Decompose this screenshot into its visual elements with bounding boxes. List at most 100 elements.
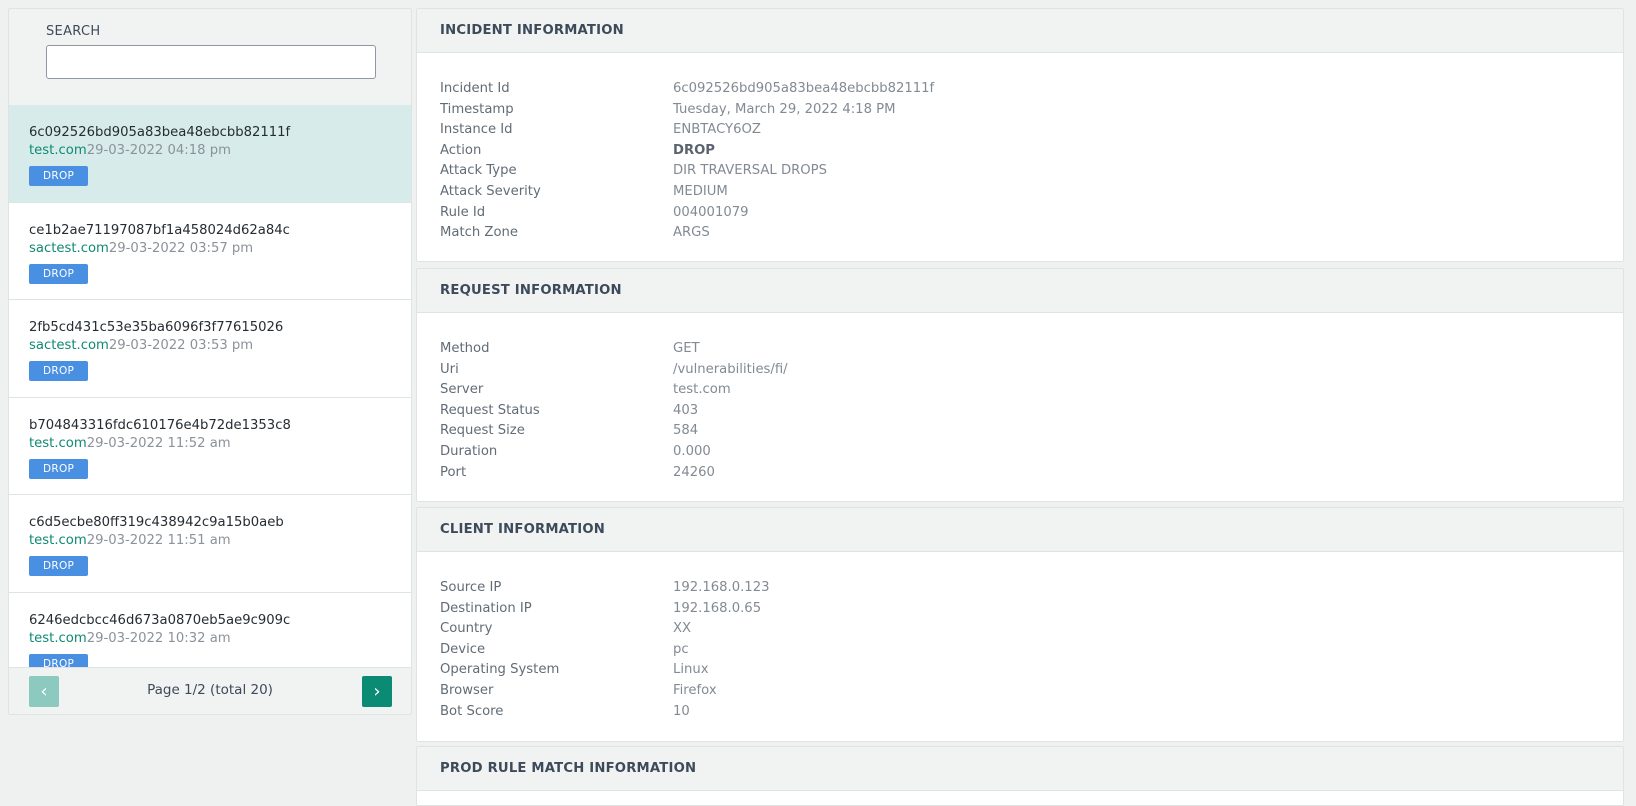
info-row: Port 24260 bbox=[440, 463, 1600, 484]
field-value: 403 bbox=[673, 402, 699, 418]
field-label: Request Status bbox=[440, 402, 540, 418]
info-row: Attack Type DIR TRAVERSAL DROPS bbox=[440, 161, 1600, 182]
action-badge: DROP bbox=[29, 458, 89, 479]
client-information-section: CLIENT INFORMATION Source IP 192.168.0.12… bbox=[416, 507, 1624, 742]
incident-id: 6246edcbcc46d673a0870eb5ae9c909c bbox=[29, 612, 291, 628]
list-item[interactable]: 6c092526bd905a83bea48ebcbb82111f test.co… bbox=[9, 105, 411, 203]
action-badge: DROP bbox=[29, 361, 89, 381]
info-row: Attack Severity MEDIUM bbox=[440, 182, 1600, 203]
field-label: Request Size bbox=[440, 423, 525, 439]
incident-date: 29-03-2022 03:53 pm bbox=[108, 338, 254, 353]
field-label: Duration bbox=[440, 443, 498, 459]
field-label: Server bbox=[440, 382, 484, 398]
incident-domain: test.com bbox=[29, 435, 87, 451]
info-row: Match Zone ARGS bbox=[440, 223, 1600, 244]
incident-date: 29-03-2022 11:52 am bbox=[86, 435, 231, 451]
incident-domain: test.com bbox=[29, 143, 87, 158]
field-label: Attack Type bbox=[440, 163, 517, 179]
field-value: 192.168.0.65 bbox=[673, 600, 762, 616]
info-row: Duration 0.000 bbox=[440, 442, 1600, 463]
field-value: DROP bbox=[673, 142, 715, 158]
incident-id: 2fb5cd431c53e35ba6096f3f77615026 bbox=[29, 320, 284, 335]
incident-list[interactable]: 6c092526bd905a83bea48ebcbb82111f test.co… bbox=[9, 105, 411, 668]
info-row: Incident Id 6c092526bd905a83bea48ebcbb821… bbox=[440, 79, 1600, 100]
field-value: /vulnerabilities/fi/ bbox=[673, 361, 788, 377]
info-row: Uri/vulnerabilities/fi/ bbox=[440, 360, 1600, 381]
section-title: CLIENT INFORMATION bbox=[417, 508, 1623, 552]
field-label: Timestamp bbox=[440, 101, 514, 117]
field-value: 6c092526bd905a83bea48ebcbb82111f bbox=[673, 81, 935, 96]
info-row: Browser Firefox bbox=[440, 681, 1600, 702]
info-row: Instance Id ENBTACY6OZ bbox=[440, 120, 1600, 141]
field-label: Browser bbox=[440, 682, 494, 698]
field-label: Country bbox=[440, 621, 493, 637]
section-title: REQUEST INFORMATION bbox=[417, 269, 1623, 313]
field-value: 10 bbox=[673, 703, 690, 719]
info-row: Server test.com bbox=[440, 380, 1600, 401]
list-item[interactable]: 2fb5cd431c53e35ba6096f3f77615026 sactest… bbox=[9, 300, 411, 398]
list-item[interactable]: b704843316fdc610176e4b72de1353c8 test.co… bbox=[9, 397, 411, 495]
incident-date: 29-03-2022 03:57 pm bbox=[108, 240, 254, 256]
info-row: Device pc bbox=[440, 640, 1600, 661]
field-value: 24260 bbox=[673, 464, 715, 480]
search-label: SEARCH bbox=[46, 24, 101, 39]
field-value: ENBTACY6OZ bbox=[673, 122, 761, 138]
incident-date: 29-03-2022 04:18 pm bbox=[86, 143, 231, 158]
incident-information-section: INCIDENT INFORMATION Incident Id 6c092526… bbox=[416, 8, 1624, 262]
action-badge: DROP bbox=[29, 263, 89, 284]
incident-id: c6d5ecbe80ff319c438942c9a15b0aeb bbox=[29, 515, 284, 530]
search-input[interactable] bbox=[46, 45, 376, 79]
pagination: ‹ Page 1/2 (total 20) › bbox=[9, 667, 411, 714]
incident-domain: test.com bbox=[29, 533, 87, 548]
incident-id: b704843316fdc610176e4b72de1353c8 bbox=[29, 417, 291, 433]
info-row: Request Size 584 bbox=[440, 421, 1600, 442]
list-item[interactable]: 6246edcbcc46d673a0870eb5ae9c909c test.co… bbox=[9, 592, 411, 668]
field-value: 584 bbox=[673, 423, 699, 439]
field-value: 004001079 bbox=[673, 204, 749, 220]
info-row: Method GET bbox=[440, 339, 1600, 360]
field-label: Match Zone bbox=[440, 225, 519, 241]
info-row: Request Status 403 bbox=[440, 401, 1600, 422]
field-value: Tuesday, March 29, 2022 4:18 PM bbox=[673, 101, 896, 117]
field-label: Attack Severity bbox=[440, 183, 541, 199]
request-information-section: REQUEST INFORMATION Method GET Uri/vulner… bbox=[416, 268, 1624, 502]
field-label: Instance Id bbox=[440, 122, 513, 138]
field-label: Incident Id bbox=[440, 81, 510, 96]
info-row: Destination IP 192.168.0.65 bbox=[440, 599, 1600, 620]
field-label: Uri bbox=[440, 361, 459, 377]
info-row: Source IP 192.168.0.123 bbox=[440, 578, 1600, 599]
list-item[interactable]: c6d5ecbe80ff319c438942c9a15b0aeb test.co… bbox=[9, 495, 411, 593]
incident-date: 29-03-2022 11:51 am bbox=[86, 533, 231, 548]
incident-id: 6c092526bd905a83bea48ebcbb82111f bbox=[29, 125, 291, 140]
prod-rule-match-section: PROD RULE MATCH INFORMATION bbox=[416, 746, 1624, 806]
field-value: XX bbox=[673, 621, 692, 637]
info-row: Country XX bbox=[440, 619, 1600, 640]
section-title: PROD RULE MATCH INFORMATION bbox=[417, 747, 1623, 791]
field-value: 192.168.0.123 bbox=[673, 580, 770, 595]
section-title: INCIDENT INFORMATION bbox=[417, 9, 1623, 53]
field-label: Bot Score bbox=[440, 703, 504, 719]
field-value: Linux bbox=[673, 662, 709, 678]
incident-id: ce1b2ae71197087bf1a458024d62a84c bbox=[29, 222, 290, 238]
incident-date: 29-03-2022 10:32 am bbox=[86, 630, 231, 646]
field-value: test.com bbox=[673, 382, 731, 398]
incident-domain: test.com bbox=[29, 630, 87, 646]
list-item[interactable]: ce1b2ae71197087bf1a458024d62a84c sactest… bbox=[9, 202, 411, 300]
search-area: SEARCH bbox=[9, 9, 411, 105]
next-page-button[interactable]: › bbox=[362, 676, 392, 707]
field-label: Operating System bbox=[440, 662, 560, 678]
incident-domain: sactest.com bbox=[29, 338, 109, 353]
action-badge: DROP bbox=[29, 556, 89, 576]
field-value: pc bbox=[673, 641, 689, 657]
incident-domain: sactest.com bbox=[29, 240, 109, 256]
field-value: GET bbox=[673, 341, 700, 356]
field-value: DIR TRAVERSAL DROPS bbox=[673, 163, 827, 179]
field-label: Method bbox=[440, 341, 490, 356]
field-label: Source IP bbox=[440, 580, 502, 595]
field-value: MEDIUM bbox=[673, 183, 728, 199]
field-label: Action bbox=[440, 142, 482, 158]
field-value: Firefox bbox=[673, 682, 717, 698]
info-row: Action DROP bbox=[440, 141, 1600, 162]
field-value: ARGS bbox=[673, 225, 710, 241]
action-badge: DROP bbox=[29, 653, 89, 668]
